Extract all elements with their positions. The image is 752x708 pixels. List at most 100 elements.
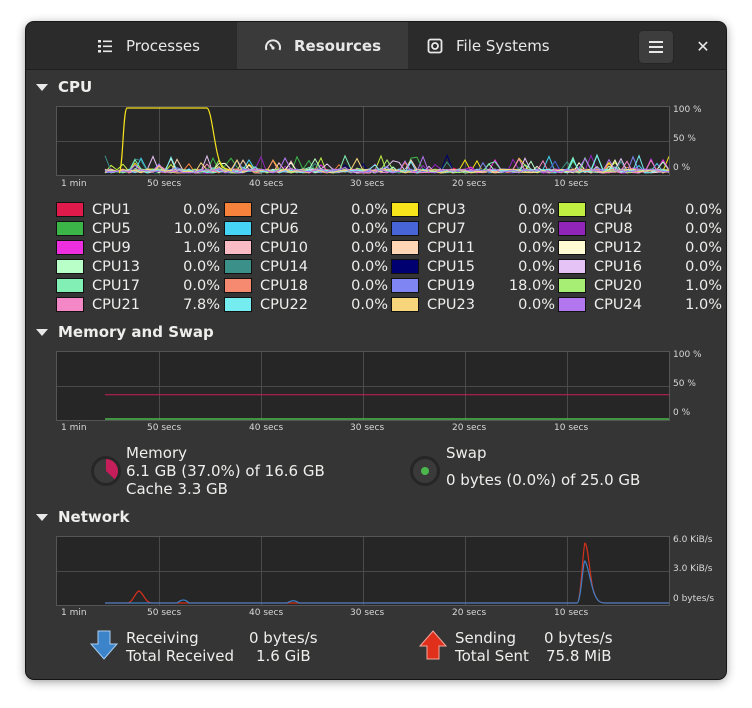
cpu-color-swatch[interactable]: [224, 278, 252, 293]
cpu-usage-value: 0.0%: [685, 220, 722, 237]
cpu-usage-value: 10.0%: [173, 220, 220, 237]
cpu-color-swatch[interactable]: [558, 297, 586, 312]
cpu-color-swatch[interactable]: [224, 259, 252, 274]
cpu-x-label: 20 secs: [452, 179, 487, 189]
cpu-legend-item[interactable]: CPU15 0.0%: [391, 257, 555, 276]
cpu-legend-item[interactable]: CPU13 0.0%: [56, 257, 220, 276]
speedometer-icon: [265, 38, 281, 50]
expander-triangle-icon: [36, 328, 48, 336]
network-history-graph: [56, 536, 670, 606]
cpu-usage-value: 0.0%: [351, 258, 388, 275]
total-sent-value: 75.8 MiB: [546, 647, 612, 665]
cpu-legend-item[interactable]: CPU21 7.8%: [56, 295, 220, 314]
memory-x-label: 40 secs: [249, 423, 284, 433]
cpu-x-label: 10 secs: [554, 179, 589, 189]
cpu-usage-value: 7.8%: [183, 296, 220, 313]
cpu-color-swatch[interactable]: [56, 259, 84, 274]
cpu-legend-item[interactable]: CPU10 0.0%: [224, 238, 388, 257]
cpu-color-swatch[interactable]: [56, 221, 84, 236]
cpu-legend-item[interactable]: CPU5 10.0%: [56, 219, 220, 238]
cpu-color-swatch[interactable]: [224, 297, 252, 312]
tab-processes[interactable]: Processes: [96, 22, 200, 69]
swap-usage-value: 0 bytes (0.0%) of 25.0 GB: [446, 471, 641, 489]
cpu-color-swatch[interactable]: [391, 221, 419, 236]
cpu-name-label: CPU17: [92, 277, 140, 294]
expander-triangle-icon: [36, 83, 48, 91]
cpu-legend-item[interactable]: CPU2 0.0%: [224, 200, 388, 219]
cpu-name-label: CPU16: [594, 258, 642, 275]
cpu-color-swatch[interactable]: [56, 297, 84, 312]
cpu-legend-item[interactable]: CPU19 18.0%: [391, 276, 555, 295]
network-x-label: 1 min: [61, 608, 87, 618]
cpu-graph-canvas: [57, 107, 669, 175]
cpu-legend-item[interactable]: CPU1 0.0%: [56, 200, 220, 219]
cpu-y-label-0: 0 %: [673, 163, 691, 173]
memory-history-graph: [56, 351, 670, 421]
memory-y-label-100: 100 %: [673, 350, 702, 360]
cpu-name-label: CPU10: [260, 239, 308, 256]
cpu-legend-item[interactable]: CPU18 0.0%: [224, 276, 388, 295]
cpu-legend-item[interactable]: CPU6 0.0%: [224, 219, 388, 238]
swap-pie-chart[interactable]: [409, 455, 441, 487]
cpu-legend-item[interactable]: CPU4 0.0%: [558, 200, 722, 219]
cpu-legend-item[interactable]: CPU17 0.0%: [56, 276, 220, 295]
cpu-color-swatch[interactable]: [391, 240, 419, 255]
cpu-name-label: CPU4: [594, 201, 633, 218]
memory-section-header[interactable]: Memory and Swap: [36, 323, 214, 341]
memory-graph-canvas: [57, 352, 669, 420]
cpu-color-swatch[interactable]: [558, 221, 586, 236]
network-x-label: 20 secs: [452, 608, 487, 618]
tab-file-systems[interactable]: File Systems: [426, 22, 550, 69]
cpu-color-swatch[interactable]: [558, 202, 586, 217]
cpu-name-label: CPU19: [427, 277, 475, 294]
memory-cache-value: Cache 3.3 GB: [126, 480, 228, 498]
close-button[interactable]: ✕: [686, 30, 720, 62]
memory-section-title: Memory and Swap: [58, 323, 214, 341]
memory-pie-chart[interactable]: [90, 455, 122, 487]
receiving-label: Receiving: [126, 629, 199, 647]
cpu-color-swatch[interactable]: [558, 259, 586, 274]
cpu-legend-item[interactable]: CPU23 0.0%: [391, 295, 555, 314]
cpu-legend-item[interactable]: CPU20 1.0%: [558, 276, 722, 295]
cpu-legend-item[interactable]: CPU8 0.0%: [558, 219, 722, 238]
cpu-legend-item[interactable]: CPU7 0.0%: [391, 219, 555, 238]
cpu-color-swatch[interactable]: [224, 202, 252, 217]
cpu-usage-value: 0.0%: [685, 239, 722, 256]
receive-arrow-icon: [90, 630, 118, 660]
cpu-name-label: CPU11: [427, 239, 475, 256]
cpu-color-swatch[interactable]: [56, 240, 84, 255]
cpu-usage-value: 0.0%: [351, 201, 388, 218]
cpu-name-label: CPU18: [260, 277, 308, 294]
cpu-usage-value: 0.0%: [518, 296, 555, 313]
cpu-legend-item[interactable]: CPU11 0.0%: [391, 238, 555, 257]
network-section-header[interactable]: Network: [36, 508, 129, 526]
cpu-legend-item[interactable]: CPU24 1.0%: [558, 295, 722, 314]
cpu-color-swatch[interactable]: [391, 297, 419, 312]
cpu-usage-value: 0.0%: [518, 239, 555, 256]
cpu-color-swatch[interactable]: [391, 202, 419, 217]
cpu-section-header[interactable]: CPU: [36, 78, 92, 96]
cpu-legend-item[interactable]: CPU22 0.0%: [224, 295, 388, 314]
cpu-color-swatch[interactable]: [56, 202, 84, 217]
cpu-legend-item[interactable]: CPU14 0.0%: [224, 257, 388, 276]
memory-x-label: 10 secs: [554, 423, 589, 433]
cpu-color-swatch[interactable]: [558, 240, 586, 255]
disk-icon: [427, 38, 443, 53]
cpu-color-swatch[interactable]: [391, 259, 419, 274]
cpu-color-swatch[interactable]: [224, 240, 252, 255]
memory-y-label-0: 0 %: [673, 408, 691, 418]
cpu-color-swatch[interactable]: [391, 278, 419, 293]
cpu-legend-item[interactable]: CPU12 0.0%: [558, 238, 722, 257]
cpu-legend-item[interactable]: CPU3 0.0%: [391, 200, 555, 219]
sending-labels: Sending Total Sent: [455, 629, 529, 665]
cpu-name-label: CPU13: [92, 258, 140, 275]
cpu-color-swatch[interactable]: [56, 278, 84, 293]
main-menu-button[interactable]: [638, 30, 674, 64]
memory-x-label: 30 secs: [350, 423, 385, 433]
cpu-legend-item[interactable]: CPU16 0.0%: [558, 257, 722, 276]
cpu-x-label: 1 min: [61, 179, 87, 189]
cpu-legend-item[interactable]: CPU9 1.0%: [56, 238, 220, 257]
cpu-color-swatch[interactable]: [558, 278, 586, 293]
cpu-color-swatch[interactable]: [224, 221, 252, 236]
tab-resources[interactable]: Resources: [237, 22, 408, 69]
